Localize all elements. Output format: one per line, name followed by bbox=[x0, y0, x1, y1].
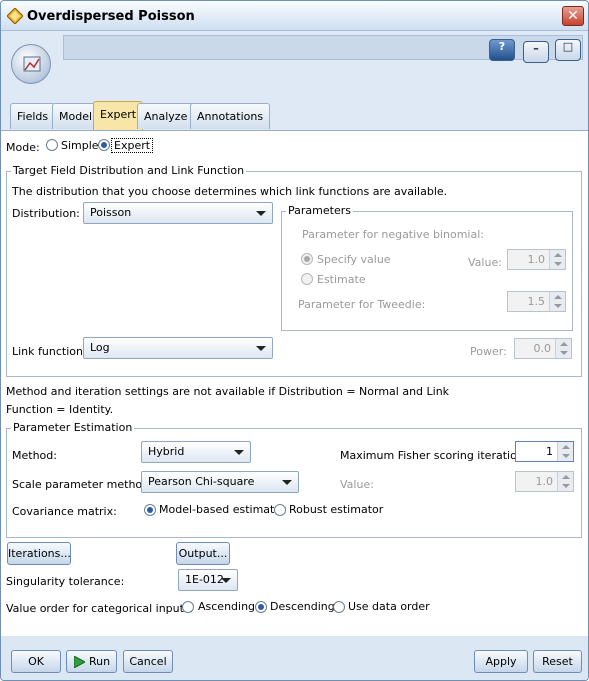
fisher-iterations-spinner[interactable]: 1 bbox=[515, 441, 574, 462]
maximize-button[interactable]: □ bbox=[555, 39, 581, 61]
iterations-button[interactable]: Iterations... bbox=[7, 542, 71, 565]
link-function-select[interactable]: Log bbox=[83, 337, 273, 359]
tab-model[interactable]: Model bbox=[52, 103, 100, 129]
mode-expert-radio[interactable] bbox=[98, 139, 110, 151]
power-value: 0.0 bbox=[533, 342, 552, 355]
link-function-label: Link function: bbox=[12, 345, 87, 358]
chevron-down-icon bbox=[234, 450, 244, 455]
singularity-label: Singularity tolerance: bbox=[6, 575, 125, 588]
method-label: Method: bbox=[12, 449, 57, 462]
dialog-window: Overdispersed Poisson ✕ ? – □ Fields Mod… bbox=[0, 0, 589, 681]
reset-button[interactable]: Reset bbox=[533, 650, 582, 673]
parameters-legend: Parameters bbox=[286, 204, 353, 217]
ok-button[interactable]: OK bbox=[11, 650, 61, 673]
mode-label: Mode: bbox=[6, 141, 40, 154]
tab-annotations[interactable]: Annotations bbox=[190, 103, 271, 129]
distribution-value: Poisson bbox=[90, 206, 132, 219]
use-data-order-label: Use data order bbox=[348, 600, 430, 613]
node-header: ? – □ bbox=[1, 31, 588, 101]
scale-method-value: Pearson Chi-square bbox=[148, 475, 255, 488]
target-group-legend: Target Field Distribution and Link Funct… bbox=[11, 164, 247, 177]
distribution-select[interactable]: Poisson bbox=[83, 202, 273, 224]
distribution-label: Distribution: bbox=[12, 207, 80, 220]
method-note-line1: Method and iteration settings are not av… bbox=[6, 385, 450, 398]
mode-simple-label: Simple bbox=[61, 139, 99, 152]
estimate-radio[interactable] bbox=[301, 273, 313, 285]
power-label: Power: bbox=[470, 345, 507, 358]
singularity-value: 1E-012 bbox=[185, 573, 224, 586]
apply-button[interactable]: Apply bbox=[474, 650, 528, 673]
expert-panel: Mode: Simple Expert Target Field Distrib… bbox=[1, 130, 588, 636]
chevron-down-icon bbox=[282, 480, 292, 485]
close-button[interactable]: ✕ bbox=[562, 6, 584, 26]
spinner-arrows-icon bbox=[549, 292, 565, 311]
scale-value: 1.0 bbox=[535, 475, 554, 488]
ascending-label: Ascending bbox=[198, 600, 256, 613]
method-note-line2: Function = Identity. bbox=[6, 403, 114, 416]
scale-value-spinner[interactable]: 1.0 bbox=[515, 471, 574, 492]
spinner-arrows-icon bbox=[549, 250, 565, 269]
descending-radio[interactable] bbox=[255, 601, 267, 613]
tab-analyze[interactable]: Analyze bbox=[137, 103, 195, 129]
estimate-label: Estimate bbox=[317, 273, 366, 286]
minimize-button[interactable]: – bbox=[523, 41, 549, 63]
specify-value-radio[interactable] bbox=[301, 253, 313, 265]
tab-expert[interactable]: Expert bbox=[93, 101, 144, 130]
robust-radio[interactable] bbox=[274, 504, 286, 516]
tweedie-value: 1.5 bbox=[527, 295, 546, 308]
cancel-button[interactable]: Cancel bbox=[123, 650, 173, 673]
descending-label: Descending bbox=[270, 600, 335, 613]
tab-fields[interactable]: Fields bbox=[10, 103, 56, 129]
estimation-legend: Parameter Estimation bbox=[11, 421, 135, 434]
dialog-footer: OK Run Cancel Apply Reset bbox=[1, 636, 588, 680]
chevron-down-icon bbox=[221, 578, 231, 583]
scale-method-select[interactable]: Pearson Chi-square bbox=[141, 471, 299, 493]
tweedie-label: Parameter for Tweedie: bbox=[298, 298, 426, 311]
link-function-value: Log bbox=[90, 341, 110, 354]
run-button[interactable]: Run bbox=[66, 650, 117, 673]
method-value: Hybrid bbox=[148, 445, 185, 458]
play-icon bbox=[74, 656, 85, 668]
distribution-description: The distribution that you choose determi… bbox=[12, 185, 448, 198]
chevron-down-icon bbox=[256, 346, 266, 351]
ascending-radio[interactable] bbox=[182, 601, 194, 613]
value-order-label: Value order for categorical inputs: bbox=[6, 602, 194, 615]
window-title: Overdispersed Poisson bbox=[27, 9, 195, 24]
spinner-arrows-icon bbox=[555, 339, 571, 358]
robust-label: Robust estimator bbox=[289, 503, 384, 516]
chevron-down-icon bbox=[256, 211, 266, 216]
scale-method-label: Scale parameter method: bbox=[12, 478, 153, 491]
tweedie-spinner[interactable]: 1.5 bbox=[507, 291, 566, 312]
mode-simple-radio[interactable] bbox=[46, 139, 58, 151]
neg-binomial-value: 1.0 bbox=[527, 253, 546, 266]
covariance-label: Covariance matrix: bbox=[12, 505, 117, 518]
specify-value-label: Specify value bbox=[317, 253, 391, 266]
method-select[interactable]: Hybrid bbox=[141, 441, 251, 463]
model-node-icon bbox=[11, 44, 51, 84]
neg-binomial-value-spinner[interactable]: 1.0 bbox=[507, 249, 566, 270]
spinner-arrows-icon bbox=[557, 442, 573, 461]
app-diamond-icon bbox=[7, 8, 23, 24]
mode-expert-label: Expert bbox=[111, 138, 154, 153]
singularity-select[interactable]: 1E-012 bbox=[178, 569, 238, 591]
power-spinner[interactable]: 0.0 bbox=[514, 338, 572, 359]
model-based-radio[interactable] bbox=[144, 504, 156, 516]
title-bar[interactable]: Overdispersed Poisson ✕ bbox=[1, 1, 588, 31]
fisher-iterations-label: Maximum Fisher scoring iterations: bbox=[340, 449, 534, 462]
model-based-label: Model-based estimator bbox=[159, 503, 286, 516]
neg-binomial-value-label: Value: bbox=[468, 256, 502, 269]
scale-value-label: Value: bbox=[340, 478, 374, 491]
use-data-order-radio[interactable] bbox=[333, 601, 345, 613]
neg-binomial-label: Parameter for negative binomial: bbox=[302, 228, 484, 241]
fisher-iterations-value: 1 bbox=[546, 445, 553, 458]
output-button[interactable]: Output... bbox=[176, 542, 230, 565]
help-button[interactable]: ? bbox=[489, 39, 515, 61]
tab-bar: Fields Model Expert Analyze Annotations bbox=[1, 101, 588, 130]
run-label: Run bbox=[88, 655, 111, 668]
spinner-arrows-icon bbox=[557, 472, 573, 491]
